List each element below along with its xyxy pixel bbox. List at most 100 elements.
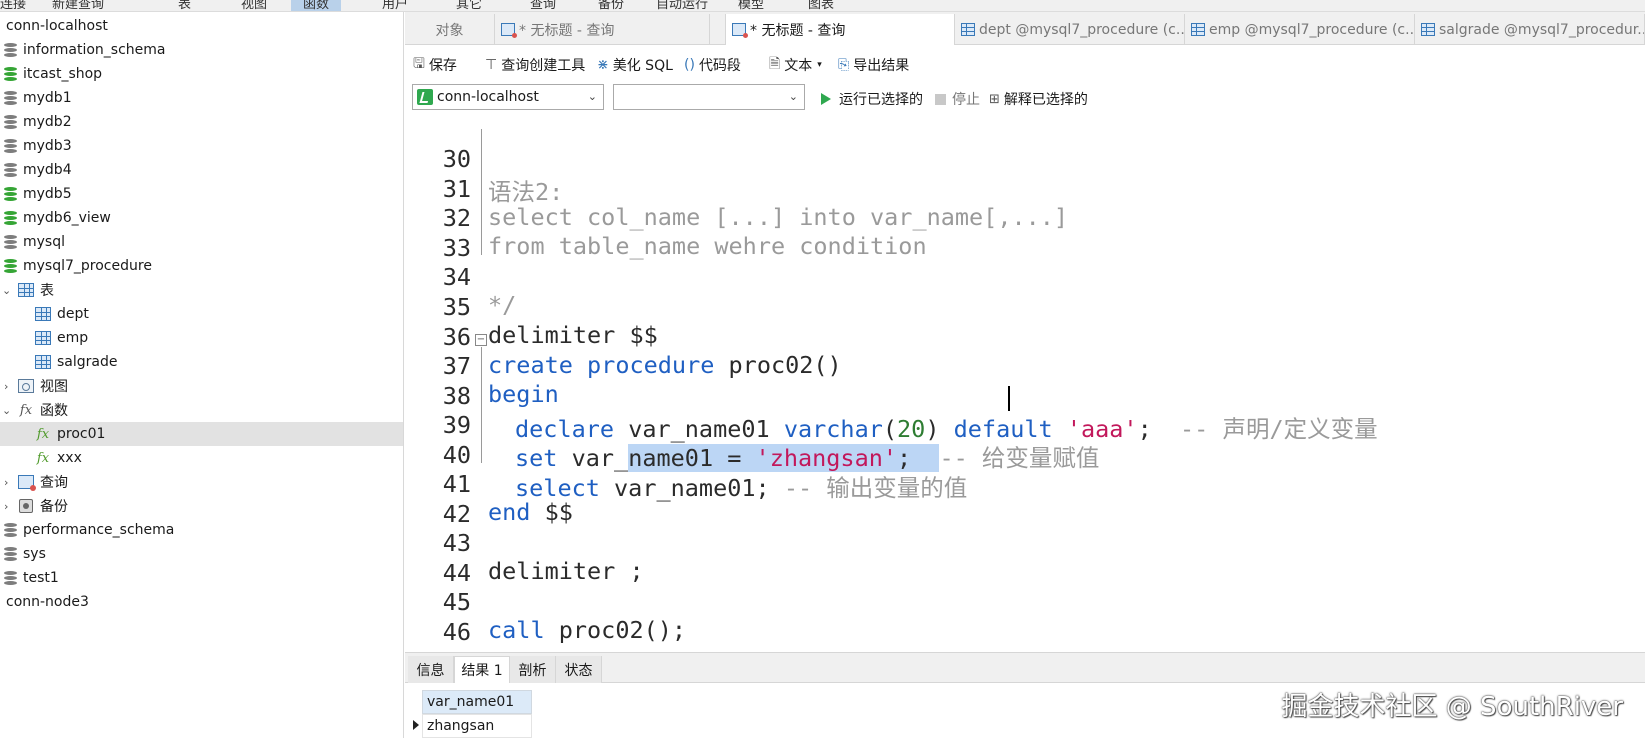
db-mydb3[interactable]: mydb3 (0, 134, 403, 158)
table-icon (18, 282, 34, 298)
text-cursor (1008, 386, 1010, 411)
code-line: 37 begin (405, 324, 1645, 408)
connection-localhost[interactable]: conn-localhost (0, 14, 403, 38)
db-mysql[interactable]: mysql (0, 230, 403, 254)
menu-new-query[interactable]: 新建查询 (52, 0, 104, 11)
tab-emp[interactable]: emp @mysql7_procedure (c... (1185, 14, 1415, 45)
tree-function-xxx[interactable]: fx xxx (0, 446, 403, 470)
tab-info[interactable]: 信息 (408, 656, 454, 683)
db-label: mydb1 (23, 90, 72, 106)
code-line: 36 create procedure proc02() (405, 295, 1645, 379)
tables-label: 表 (40, 283, 54, 299)
explain-selected-button[interactable]: ⊞ 解释已选择的 (989, 89, 1088, 109)
code-snippet-button[interactable]: () 代码段 (684, 55, 741, 75)
menu-functions[interactable]: 函数 (291, 0, 342, 11)
database-icon (2, 546, 18, 562)
explain-selected-label: 解释已选择的 (1003, 92, 1088, 108)
menu-automation[interactable]: 自动运行 (656, 0, 708, 11)
tree-table-dept[interactable]: dept (0, 302, 403, 326)
save-button[interactable]: 🖫 保存 (413, 53, 457, 77)
tree-queries-folder[interactable]: › 查询 (0, 470, 403, 494)
tab-status[interactable]: 状态 (556, 656, 602, 683)
tree-tables-folder[interactable]: ⌄ 表 (0, 278, 403, 302)
save-icon: 🖫 (413, 56, 425, 72)
tree-views-folder[interactable]: › 视图 (0, 374, 403, 398)
tree-functions-folder[interactable]: ⌄ fx 函数 (0, 398, 403, 422)
function-label: proc01 (57, 426, 106, 442)
tab-result-1[interactable]: 结果 1 (454, 656, 510, 683)
menu-users[interactable]: 用户 (382, 0, 408, 11)
navigation-sidebar: conn-localhost information_schema itcast… (0, 12, 404, 738)
db-performance-schema[interactable]: performance_schema (0, 518, 403, 542)
database-select[interactable]: ⌄ (613, 84, 805, 110)
code-line: 40 select var_name01; -- 输出变量的值 (405, 413, 1645, 502)
run-selected-button[interactable]: 运行已选择的 (821, 89, 923, 109)
code-line: 39 set var_name01 = 'zhangsan'; -- 给变量赋值 (405, 383, 1645, 472)
beautify-sql-button[interactable]: ⋇ 美化 SQL (597, 55, 673, 75)
connection-node3[interactable]: conn-node3 (0, 590, 403, 614)
stop-icon (935, 93, 946, 105)
database-open-icon (2, 66, 18, 82)
export-results-button[interactable]: ⎘ 导出结果 (838, 55, 909, 75)
query-editor-area: 对象 * 无标题 - 查询 * 无标题 - 查询 dept @mysql7_pr… (405, 12, 1645, 738)
db-test1[interactable]: test1 (0, 566, 403, 590)
tab-query-untitled-1[interactable]: * 无标题 - 查询 (495, 14, 710, 45)
caret-down-icon: ▾ (817, 60, 822, 70)
table-icon (1421, 23, 1435, 36)
db-sys[interactable]: sys (0, 542, 403, 566)
menu-connect[interactable]: 连接 (0, 0, 26, 11)
db-information-schema[interactable]: information_schema (0, 38, 403, 62)
query-builder-button[interactable]: ⊤ 查询创建工具 (485, 55, 585, 75)
menu-others[interactable]: 其它 (456, 0, 482, 11)
menu-backup[interactable]: 备份 (598, 0, 624, 11)
queries-label: 查询 (40, 475, 68, 491)
db-mysql7-procedure[interactable]: mysql7_procedure (0, 254, 403, 278)
builder-icon: ⊤ (485, 57, 498, 73)
tab-dept[interactable]: dept @mysql7_procedure (c... (955, 14, 1185, 45)
code-line: 43 delimiter ; (405, 501, 1645, 585)
chevron-right-icon[interactable]: › (4, 500, 8, 513)
tab-query-untitled-2[interactable]: * 无标题 - 查询 (725, 14, 955, 45)
code-line: 30 语法2: (405, 117, 1645, 206)
stop-button[interactable]: 停止 (935, 89, 980, 109)
table-icon (1191, 23, 1205, 36)
menu-model[interactable]: 模型 (738, 0, 764, 11)
db-mydb1[interactable]: mydb1 (0, 86, 403, 110)
db-mydb5[interactable]: mydb5 (0, 182, 403, 206)
chevron-down-icon[interactable]: ⌄ (2, 404, 11, 417)
menu-query[interactable]: 查询 (530, 0, 556, 11)
connection-select-value: conn-localhost (437, 89, 539, 105)
tree-table-emp[interactable]: emp (0, 326, 403, 350)
tree-table-salgrade[interactable]: salgrade (0, 350, 403, 374)
tree-backups-folder[interactable]: › 备份 (0, 494, 403, 518)
export-icon: ⎘ (838, 57, 850, 73)
connection-toolbar: conn-localhost ⌄ ⌄ 运行已选择的 停止 ⊞ 解释已选择的 (405, 82, 1645, 112)
db-mydb6-view[interactable]: mydb6_view (0, 206, 403, 230)
tab-label: 对象 (435, 22, 464, 39)
tab-label: 剖析 (518, 662, 547, 679)
menu-views[interactable]: 视图 (241, 0, 267, 11)
db-mydb2[interactable]: mydb2 (0, 110, 403, 134)
chevron-right-icon[interactable]: › (4, 476, 8, 489)
column-header[interactable]: var_name01 (422, 690, 532, 714)
text-mode-dropdown[interactable]: 🗎 文本 ▾ (769, 53, 822, 77)
run-selected-label: 运行已选择的 (839, 92, 923, 108)
results-tab-bar: 信息 结果 1 剖析 状态 (405, 653, 1645, 683)
backup-icon (18, 498, 34, 514)
tab-label: dept @mysql7_procedure (c... (979, 21, 1185, 38)
sql-editor[interactable]: − 30 语法2: 31 select col_name [...] into … (405, 115, 1645, 650)
db-itcast-shop[interactable]: itcast_shop (0, 62, 403, 86)
db-label: mydb5 (23, 186, 72, 202)
db-mydb4[interactable]: mydb4 (0, 158, 403, 182)
connection-select[interactable]: conn-localhost ⌄ (412, 84, 604, 110)
table-icon (961, 23, 975, 36)
tree-function-proc01[interactable]: fx proc01 (0, 422, 403, 446)
table-cell[interactable]: zhangsan (422, 714, 532, 738)
tab-salgrade[interactable]: salgrade @mysql7_procedur... (1415, 14, 1645, 45)
chevron-right-icon[interactable]: › (4, 380, 8, 393)
tab-objects[interactable]: 对象 (405, 14, 495, 45)
tab-profile[interactable]: 剖析 (510, 656, 556, 683)
chevron-down-icon[interactable]: ⌄ (2, 284, 11, 297)
menu-charts[interactable]: 图表 (808, 0, 834, 11)
menu-tables[interactable]: 表 (178, 0, 191, 11)
